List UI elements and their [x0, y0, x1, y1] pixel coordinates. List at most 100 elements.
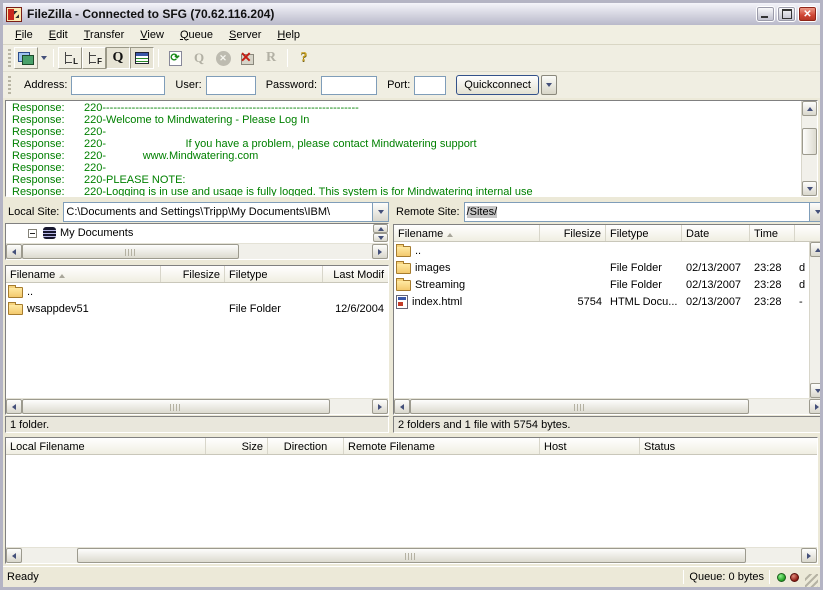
scroll-thumb[interactable]	[22, 244, 239, 259]
scroll-thumb[interactable]	[802, 128, 817, 155]
local-site-combobox[interactable]: C:\Documents and Settings\Tripp\My Docum…	[63, 202, 389, 222]
file-row-streaming[interactable]: Streaming File Folder 02/13/2007 23:28 d	[394, 276, 809, 293]
refresh-button[interactable]: ⟳	[163, 47, 187, 69]
local-list-header: Filename Filesize Filetype Last Modif	[6, 266, 388, 283]
help-button[interactable]: ?	[292, 47, 316, 69]
file-row-updir[interactable]: ..	[394, 242, 809, 259]
disconnect-icon: ✕	[239, 50, 255, 66]
column-header-filesize[interactable]: Filesize	[540, 225, 606, 241]
file-row-index-html[interactable]: index.html 5754 HTML Docu... 02/13/2007 …	[394, 293, 809, 310]
file-row-images[interactable]: images File Folder 02/13/2007 23:28 d	[394, 259, 809, 276]
close-button[interactable]: ✕	[798, 6, 817, 22]
scroll-left-button[interactable]	[394, 399, 410, 414]
column-header-host[interactable]: Host	[540, 438, 640, 454]
scroll-right-button[interactable]	[372, 244, 388, 259]
scroll-track[interactable]	[22, 548, 801, 563]
address-input[interactable]	[71, 76, 165, 95]
menu-edit[interactable]: Edit	[41, 27, 76, 43]
quickconnect-dropdown[interactable]	[541, 75, 557, 95]
site-manager-dropdown[interactable]	[38, 47, 49, 69]
scroll-down-button[interactable]	[810, 383, 823, 398]
tree-collapse-icon[interactable]	[28, 229, 37, 238]
tree-item-my-documents[interactable]: My Documents	[6, 224, 388, 242]
scroll-right-button[interactable]	[372, 399, 388, 414]
scroll-down-button[interactable]	[802, 181, 817, 196]
tree-horizontal-scrollbar[interactable]	[6, 243, 388, 259]
scroll-track[interactable]	[802, 116, 817, 181]
log-scrollbar[interactable]	[801, 101, 817, 196]
sort-ascending-icon	[59, 274, 65, 278]
scroll-track[interactable]	[410, 399, 809, 414]
disconnect-button[interactable]: ✕	[235, 47, 259, 69]
column-header-local-filename[interactable]: Local Filename	[6, 438, 206, 454]
message-log: Response:220----------------------------…	[5, 100, 818, 197]
user-input[interactable]	[206, 76, 256, 95]
column-header-size[interactable]: Size	[206, 438, 268, 454]
toggle-queue-button[interactable]: Q	[106, 47, 130, 69]
maximize-button[interactable]	[777, 6, 796, 22]
scroll-track[interactable]	[22, 244, 372, 259]
scroll-left-button[interactable]	[6, 399, 22, 414]
reconnect-icon: R	[266, 50, 276, 66]
column-header-filesize[interactable]: Filesize	[161, 266, 225, 282]
remote-vertical-scrollbar[interactable]	[809, 242, 823, 398]
arrow-left-icon	[12, 404, 16, 410]
toolbar-grip[interactable]	[8, 49, 11, 67]
file-row-wsappdev51[interactable]: wsappdev51 File Folder 12/6/2004	[6, 300, 388, 317]
column-header-time[interactable]: Time	[750, 225, 795, 241]
port-input[interactable]	[414, 76, 446, 95]
scroll-up-button[interactable]	[373, 224, 388, 233]
scroll-track[interactable]	[22, 399, 372, 414]
column-header-permissions[interactable]	[795, 225, 823, 241]
file-row-updir[interactable]: ..	[6, 283, 388, 300]
column-header-filename[interactable]: Filename	[394, 225, 540, 241]
local-site-dropdown[interactable]	[372, 203, 388, 221]
toggle-message-log-button[interactable]	[130, 47, 154, 69]
column-header-filename[interactable]: Filename	[6, 266, 161, 282]
scroll-right-button[interactable]	[809, 399, 823, 414]
password-input[interactable]	[321, 76, 377, 95]
menu-queue[interactable]: Queue	[172, 27, 221, 43]
local-horizontal-scrollbar[interactable]	[6, 398, 388, 414]
remote-site-combobox[interactable]: /Sites/	[464, 202, 823, 222]
column-header-last-modified[interactable]: Last Modif	[323, 266, 388, 282]
scroll-thumb[interactable]	[77, 548, 747, 563]
minimize-button[interactable]	[756, 6, 775, 22]
quickconnect-grip[interactable]	[8, 76, 11, 94]
column-header-filetype[interactable]: Filetype	[606, 225, 682, 241]
column-header-date[interactable]: Date	[682, 225, 750, 241]
sort-ascending-icon	[447, 233, 453, 237]
remote-site-dropdown[interactable]	[809, 203, 823, 221]
local-site-path[interactable]: C:\Documents and Settings\Tripp\My Docum…	[64, 206, 372, 218]
remote-horizontal-scrollbar[interactable]	[394, 398, 823, 414]
menu-view[interactable]: View	[132, 27, 172, 43]
column-header-filetype[interactable]: Filetype	[225, 266, 323, 282]
scroll-track[interactable]	[810, 257, 823, 383]
scroll-up-button[interactable]	[802, 101, 817, 116]
menu-file[interactable]: File	[7, 27, 41, 43]
quickconnect-button[interactable]: Quickconnect	[456, 75, 539, 95]
tree-vertical-scrollbar[interactable]	[373, 224, 388, 243]
menu-help[interactable]: Help	[269, 27, 308, 43]
menu-transfer[interactable]: Transfer	[76, 27, 133, 43]
menu-server[interactable]: Server	[221, 27, 269, 43]
scroll-left-button[interactable]	[6, 548, 22, 563]
scroll-thumb[interactable]	[22, 399, 330, 414]
scroll-thumb[interactable]	[410, 399, 749, 414]
toggle-local-tree-button[interactable]: L	[58, 47, 82, 69]
site-manager-button[interactable]	[14, 47, 38, 69]
column-header-direction[interactable]: Direction	[268, 438, 344, 454]
remote-site-path[interactable]: /Sites/	[465, 206, 810, 218]
column-header-remote-filename[interactable]: Remote Filename	[344, 438, 540, 454]
queue-horizontal-scrollbar[interactable]	[6, 547, 817, 563]
column-header-status[interactable]: Status	[640, 438, 817, 454]
scroll-right-button[interactable]	[801, 548, 817, 563]
chevron-down-icon	[378, 210, 384, 214]
scroll-down-button[interactable]	[373, 233, 388, 242]
queue-header: Local Filename Size Direction Remote Fil…	[6, 438, 817, 455]
toggle-remote-tree-button[interactable]: F	[82, 47, 106, 69]
resize-grip-icon[interactable]	[805, 574, 818, 587]
scroll-up-button[interactable]	[810, 242, 823, 257]
my-documents-icon	[43, 227, 56, 239]
scroll-left-button[interactable]	[6, 244, 22, 259]
